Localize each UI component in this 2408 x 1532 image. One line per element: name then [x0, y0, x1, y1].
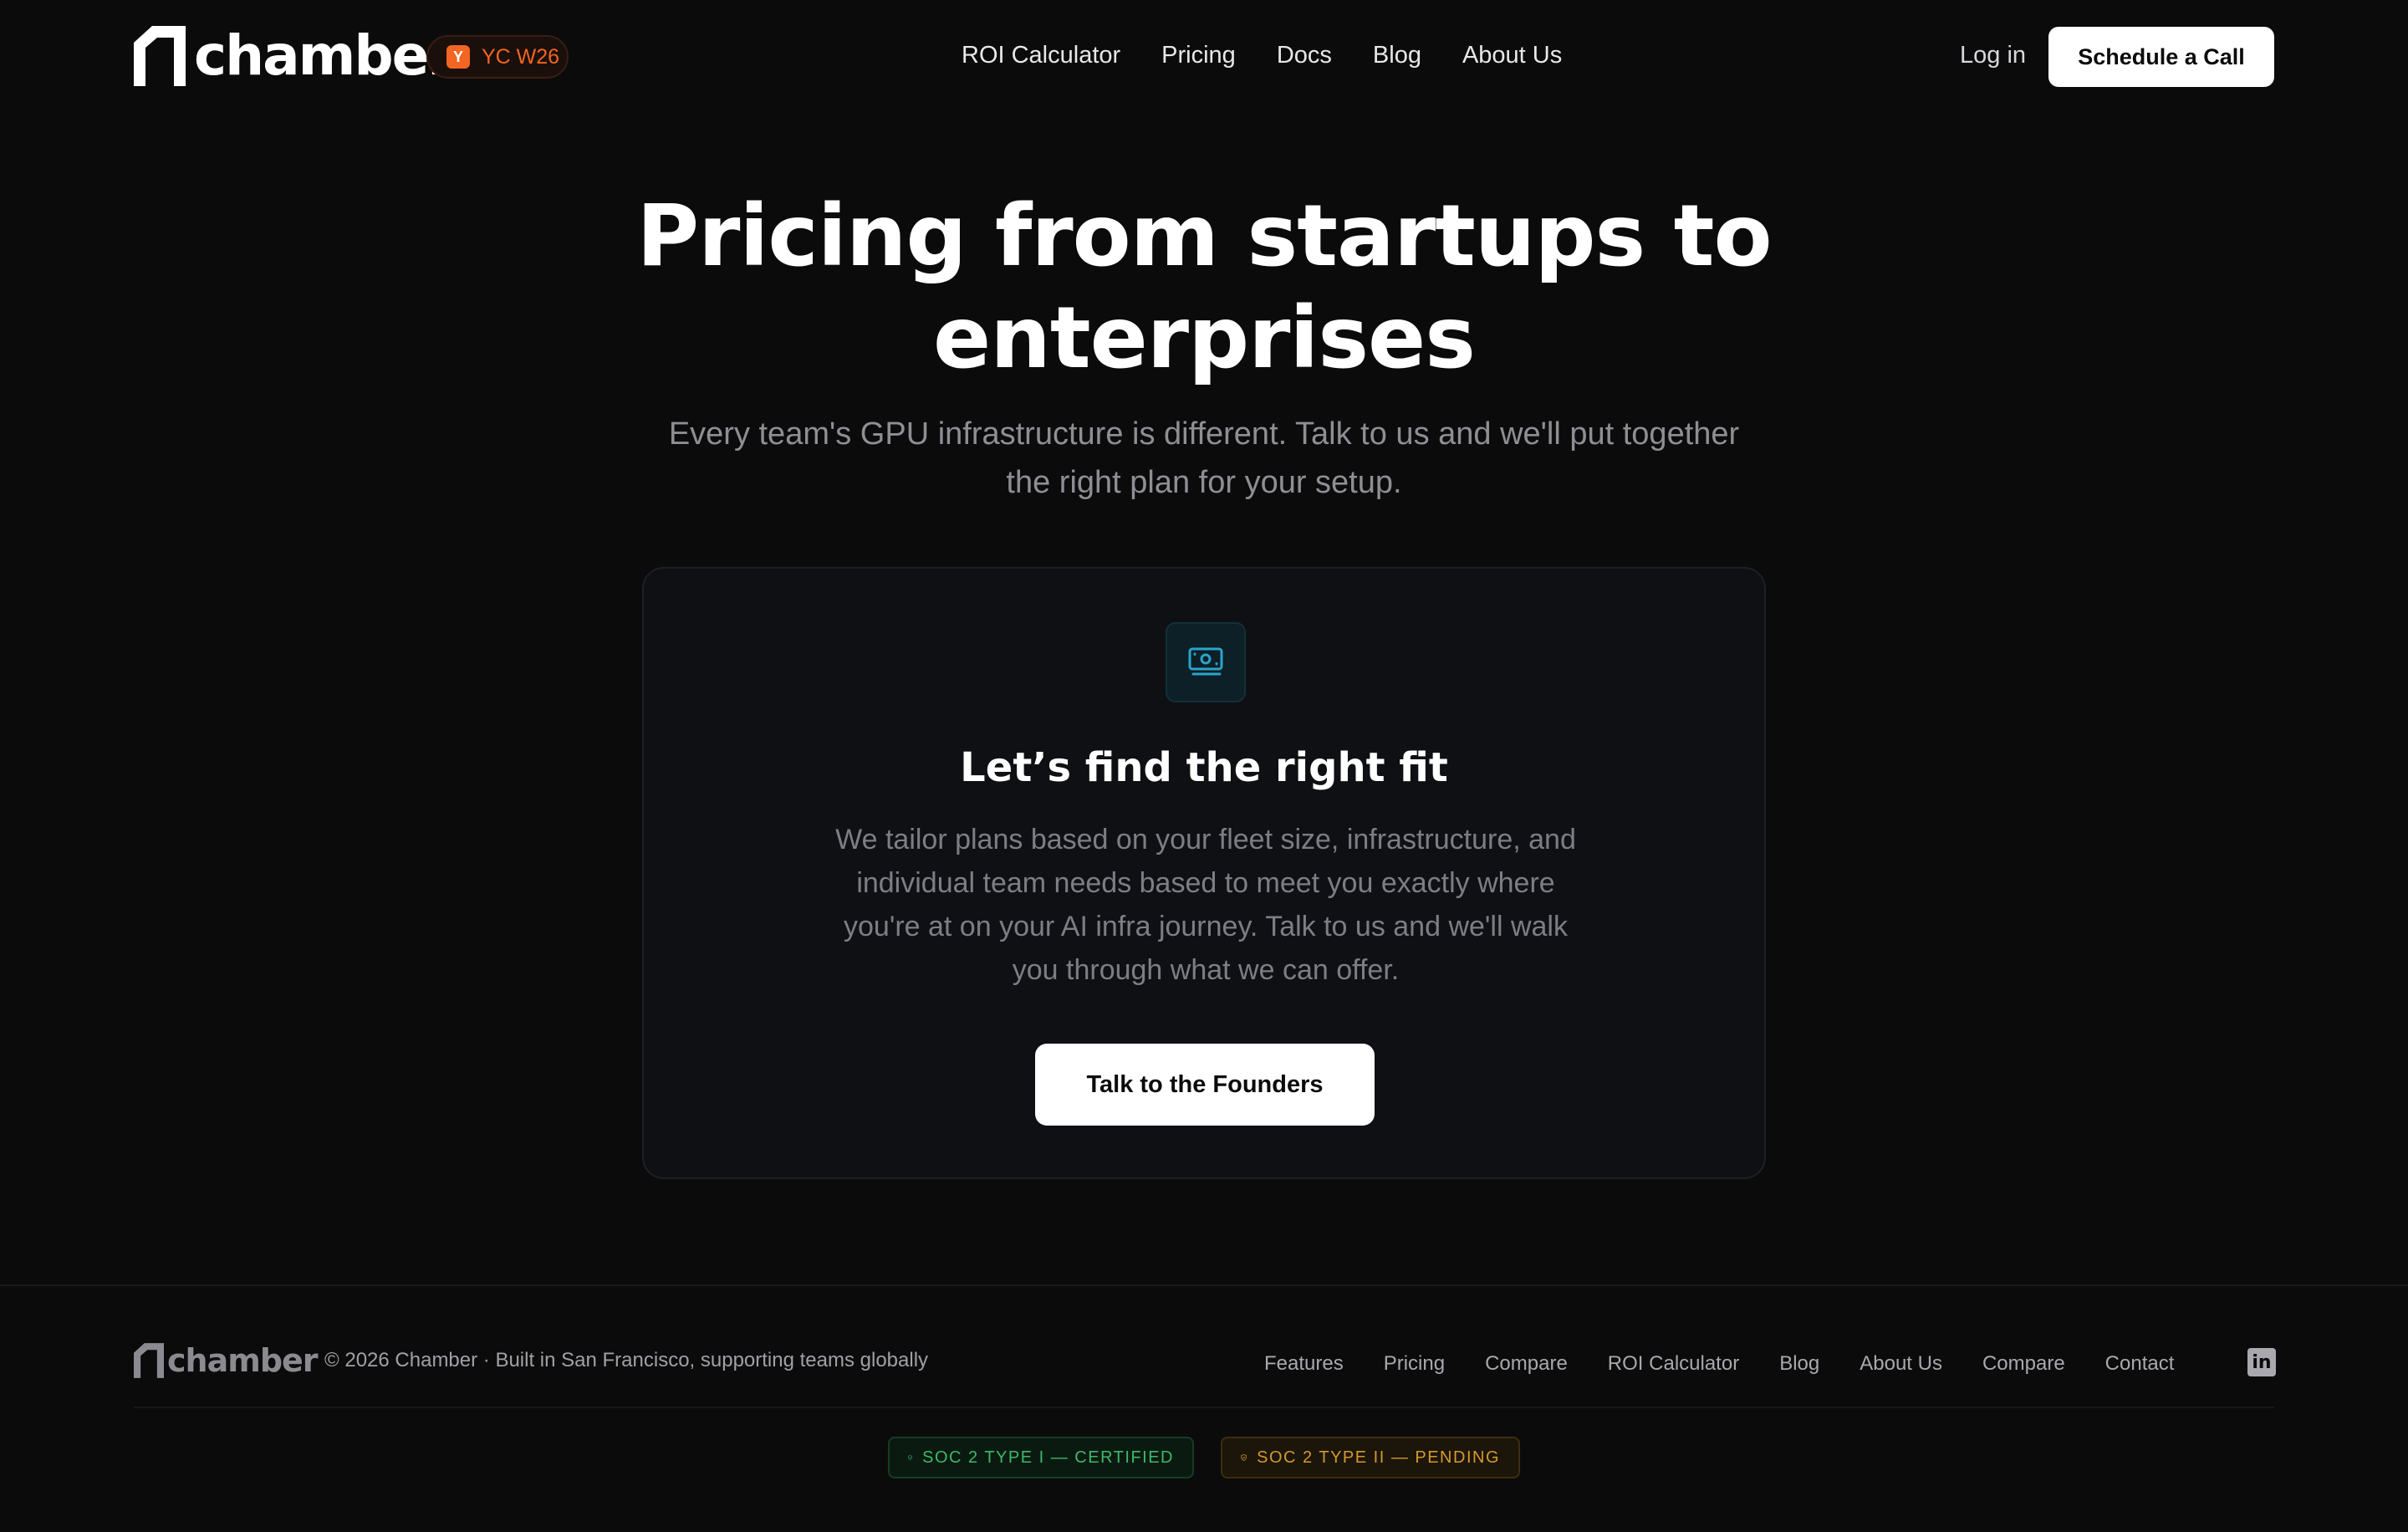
shield-check-icon — [908, 1455, 912, 1460]
footer-link-roi-calculator[interactable]: ROI Calculator — [1608, 1350, 1739, 1378]
footer-divider — [0, 1284, 2408, 1286]
card-description-line-2: individual team needs based to meet you … — [856, 867, 1555, 899]
yc-logo-icon: Y — [446, 45, 470, 69]
soc2-type1-label: SOC 2 TYPE I — CERTIFIED — [922, 1448, 1174, 1467]
pricing-card: Let’s find the right fit We tailor plans… — [642, 567, 1766, 1179]
logo-wordmark: chamber — [194, 23, 455, 88]
schedule-call-button[interactable]: Schedule a Call — [2048, 27, 2274, 87]
yc-badge[interactable]: Y YC W26 — [426, 35, 569, 79]
card-description: We tailor plans based on your fleet size… — [819, 818, 1592, 992]
soc2-type2-label: SOC 2 TYPE II — PENDING — [1257, 1448, 1500, 1467]
money-icon — [1166, 622, 1246, 702]
nav-roi-calculator[interactable]: ROI Calculator — [962, 37, 1120, 74]
footer-nav: Features Pricing Compare ROI Calculator … — [1264, 1350, 2214, 1378]
page-title-line-1: Pricing from startups to — [636, 186, 1772, 286]
top-navigation: chamber Y YC W26 ROI Calculator Pricing … — [0, 0, 2408, 112]
footer-logo[interactable]: chamber — [134, 1342, 319, 1379]
nav-docs[interactable]: Docs — [1277, 37, 1332, 74]
card-description-line-3: you're at on your AI infra journey. Talk… — [844, 911, 1568, 942]
footer-link-features[interactable]: Features — [1264, 1350, 1344, 1378]
footer-link-about-us[interactable]: About Us — [1860, 1350, 1942, 1378]
nav-blog[interactable]: Blog — [1373, 37, 1421, 74]
login-link[interactable]: Log in — [1960, 37, 2026, 74]
card-title: Let’s find the right fit — [960, 744, 1448, 791]
talk-to-founders-button[interactable]: Talk to the Founders — [1035, 1044, 1375, 1126]
page-title-line-2: enterprises — [933, 289, 1476, 388]
footer-link-compare[interactable]: Compare — [1485, 1350, 1568, 1378]
logo[interactable]: chamber — [134, 23, 455, 88]
page-subtitle-line-1: Every team's GPU infrastructure is diffe… — [668, 416, 1740, 452]
shield-pending-icon — [1241, 1454, 1247, 1461]
card-description-line-1: We tailor plans based on your fleet size… — [835, 824, 1576, 855]
footer-logo-wordmark: chamber — [167, 1342, 319, 1379]
footer-divider-inner — [134, 1407, 2274, 1408]
footer-link-pricing[interactable]: Pricing — [1384, 1350, 1445, 1378]
card-description-line-4: you through what we can offer. — [1012, 954, 1400, 986]
nav-about-us[interactable]: About Us — [1462, 37, 1562, 74]
soc2-type2-badge: SOC 2 TYPE II — PENDING — [1221, 1437, 1520, 1478]
page-subtitle: Every team's GPU infrastructure is diffe… — [635, 410, 1773, 507]
footer-link-blog[interactable]: Blog — [1779, 1350, 1819, 1378]
footer-link-contact[interactable]: Contact — [2105, 1350, 2175, 1378]
linkedin-icon[interactable]: in — [2247, 1348, 2276, 1376]
soc2-type1-badge: SOC 2 TYPE I — CERTIFIED — [888, 1437, 1194, 1478]
page-title: Pricing from startups to enterprises — [0, 186, 2408, 390]
page-subtitle-line-2: the right plan for your setup. — [1006, 465, 1402, 500]
chamber-logo-mark — [134, 26, 186, 86]
footer-logo-mark — [134, 1343, 164, 1378]
nav-pricing[interactable]: Pricing — [1161, 37, 1236, 74]
main-nav: ROI Calculator Pricing Docs Blog About U… — [962, 37, 1562, 74]
footer-link-compare-2[interactable]: Compare — [1982, 1350, 2065, 1378]
copyright-text: © 2026 Chamber · Built in San Francisco,… — [324, 1349, 929, 1371]
yc-badge-label: YC W26 — [482, 44, 560, 69]
